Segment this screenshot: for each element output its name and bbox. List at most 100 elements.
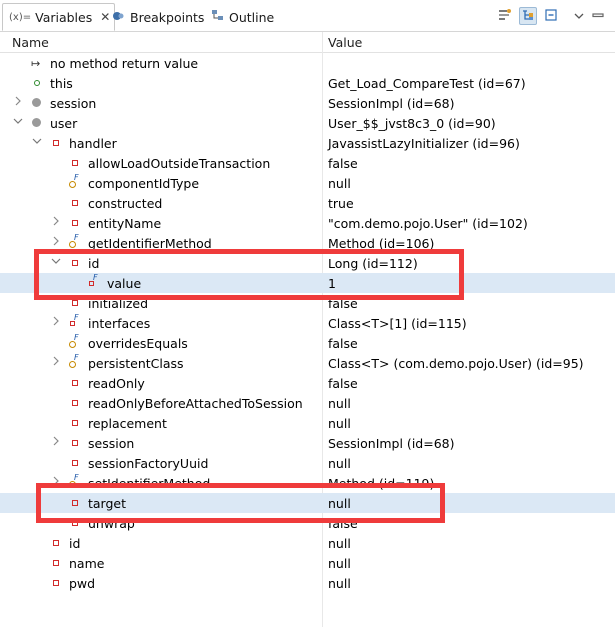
variable-name: readOnly <box>88 376 145 391</box>
red-square-icon <box>69 197 81 209</box>
variables-tree: ↦ no method return value this Get_Load_Comp… <box>0 53 615 593</box>
variable-name: interfaces <box>88 316 151 331</box>
red-final-icon: F <box>88 273 100 289</box>
chevron-right-icon[interactable] <box>50 316 62 328</box>
tree-row[interactable]: FsetIdentifierMethod Method (id=119) <box>0 473 615 493</box>
tree-row[interactable]: user User_$$_jvst8c3_0 (id=90) <box>0 113 615 133</box>
chevron-right-icon[interactable] <box>12 96 24 108</box>
tree-row[interactable]: Finterfaces Class<T>[1] (id=115) <box>0 313 615 333</box>
return-icon: ↦ <box>31 57 41 70</box>
variable-value: false <box>328 336 358 351</box>
tree-row[interactable]: readOnlyBeforeAttachedToSession null <box>0 393 615 413</box>
tree-row[interactable]: readOnly false <box>0 373 615 393</box>
minimize-button[interactable] <box>589 7 607 25</box>
chevron-right-icon[interactable] <box>50 476 62 488</box>
variable-name: initialized <box>88 296 149 311</box>
red-square-icon <box>69 497 81 509</box>
red-square-icon <box>69 417 81 429</box>
variable-name: session <box>50 96 97 111</box>
show-logical-structure-button[interactable] <box>519 7 537 25</box>
variable-name: this <box>50 76 73 91</box>
orange-final-icon: F <box>69 173 81 189</box>
red-square-icon <box>69 517 81 529</box>
chevron-right-icon[interactable] <box>50 236 62 248</box>
variable-value: Method (id=106) <box>328 236 435 251</box>
type-names-icon <box>498 8 512 25</box>
variable-value: SessionImpl (id=68) <box>328 96 455 111</box>
tree-row[interactable]: entityName "com.demo.pojo.User" (id=102) <box>0 213 615 233</box>
variable-value: Long (id=112) <box>328 256 418 271</box>
tab-outline[interactable]: Outline <box>211 4 274 30</box>
show-type-names-button[interactable] <box>496 7 514 25</box>
variable-value: false <box>328 376 358 391</box>
tree-row[interactable]: session SessionImpl (id=68) <box>0 93 615 113</box>
variable-name: session <box>88 436 135 451</box>
variable-name: overridesEquals <box>88 336 188 351</box>
gray-circle-icon <box>31 97 43 109</box>
close-icon[interactable]: ✕ <box>100 10 110 24</box>
chevron-down-icon[interactable] <box>31 136 43 148</box>
red-square-icon <box>69 397 81 409</box>
logical-structure-icon <box>521 8 535 25</box>
variable-value: User_$$_jvst8c3_0 (id=90) <box>328 116 496 131</box>
variable-value: Class<T> (com.demo.pojo.User) (id=95) <box>328 356 584 371</box>
red-square-icon <box>69 457 81 469</box>
tree-row[interactable]: id null <box>0 533 615 553</box>
tree-row[interactable]: FgetIdentifierMethod Method (id=106) <box>0 233 615 253</box>
red-square-icon <box>69 157 81 169</box>
tree-row[interactable]: replacement null <box>0 413 615 433</box>
tree-row[interactable]: FcomponentIdType null <box>0 173 615 193</box>
variable-name: pwd <box>69 576 96 591</box>
variable-value: null <box>328 396 351 411</box>
chevron-down-icon[interactable] <box>12 116 24 128</box>
chevron-right-icon[interactable] <box>50 356 62 368</box>
variable-value: Class<T>[1] (id=115) <box>328 316 467 331</box>
variable-name: name <box>69 556 105 571</box>
variable-value: "com.demo.pojo.User" (id=102) <box>328 216 528 231</box>
red-square-icon <box>69 437 81 449</box>
variable-value: false <box>328 156 358 171</box>
view-menu-icon <box>574 9 584 23</box>
tree-row[interactable]: unwrap false <box>0 513 615 533</box>
tab-breakpoints[interactable]: Breakpoints <box>112 4 204 30</box>
variable-name: target <box>88 496 127 511</box>
variable-name: entityName <box>88 216 162 231</box>
collapse-all-button[interactable] <box>542 7 560 25</box>
tree-row[interactable]: FoverridesEquals false <box>0 333 615 353</box>
tree-row[interactable]: this Get_Load_CompareTest (id=67) <box>0 73 615 93</box>
tree-row[interactable]: sessionFactoryUuid null <box>0 453 615 473</box>
red-square-icon <box>69 377 81 389</box>
tree-row[interactable]: constructed true <box>0 193 615 213</box>
variable-value: SessionImpl (id=68) <box>328 436 455 451</box>
variables-icon: (x)= <box>9 11 32 23</box>
chevron-down-icon[interactable] <box>50 256 62 268</box>
variable-name: sessionFactoryUuid <box>88 456 209 471</box>
tree-row[interactable]: handler JavassistLazyInitializer (id=96) <box>0 133 615 153</box>
red-square-icon <box>69 297 81 309</box>
chevron-right-icon[interactable] <box>50 436 62 448</box>
orange-final-icon: F <box>69 473 81 489</box>
red-square-icon <box>50 137 62 149</box>
variable-name: readOnlyBeforeAttachedToSession <box>88 396 303 411</box>
chevron-right-icon[interactable] <box>50 216 62 228</box>
variable-name: no method return value <box>50 56 199 71</box>
view-menu-button[interactable] <box>570 7 588 25</box>
tree-row[interactable]: allowLoadOutsideTransaction false <box>0 153 615 173</box>
variable-value: false <box>328 296 358 311</box>
red-square-icon <box>69 257 81 269</box>
tree-row[interactable]: ↦ no method return value <box>0 53 615 73</box>
tab-variables-label: Variables <box>35 9 93 25</box>
column-header-name[interactable]: Name <box>12 35 49 50</box>
tab-breakpoints-label: Breakpoints <box>130 9 205 25</box>
tree-row[interactable]: pwd null <box>0 573 615 593</box>
tree-row[interactable]: name null <box>0 553 615 573</box>
tree-row[interactable]: target null <box>0 493 615 513</box>
tree-row[interactable]: Fvalue 1 <box>0 273 615 293</box>
tree-row[interactable]: id Long (id=112) <box>0 253 615 273</box>
tree-row[interactable]: session SessionImpl (id=68) <box>0 433 615 453</box>
tree-row[interactable]: initialized false <box>0 293 615 313</box>
tree-row[interactable]: FpersistentClass Class<T> (com.demo.pojo.… <box>0 353 615 373</box>
red-square-icon <box>50 537 62 549</box>
tab-variables[interactable]: (x)= Variables ✕ <box>2 3 116 31</box>
column-header-value[interactable]: Value <box>328 35 362 50</box>
